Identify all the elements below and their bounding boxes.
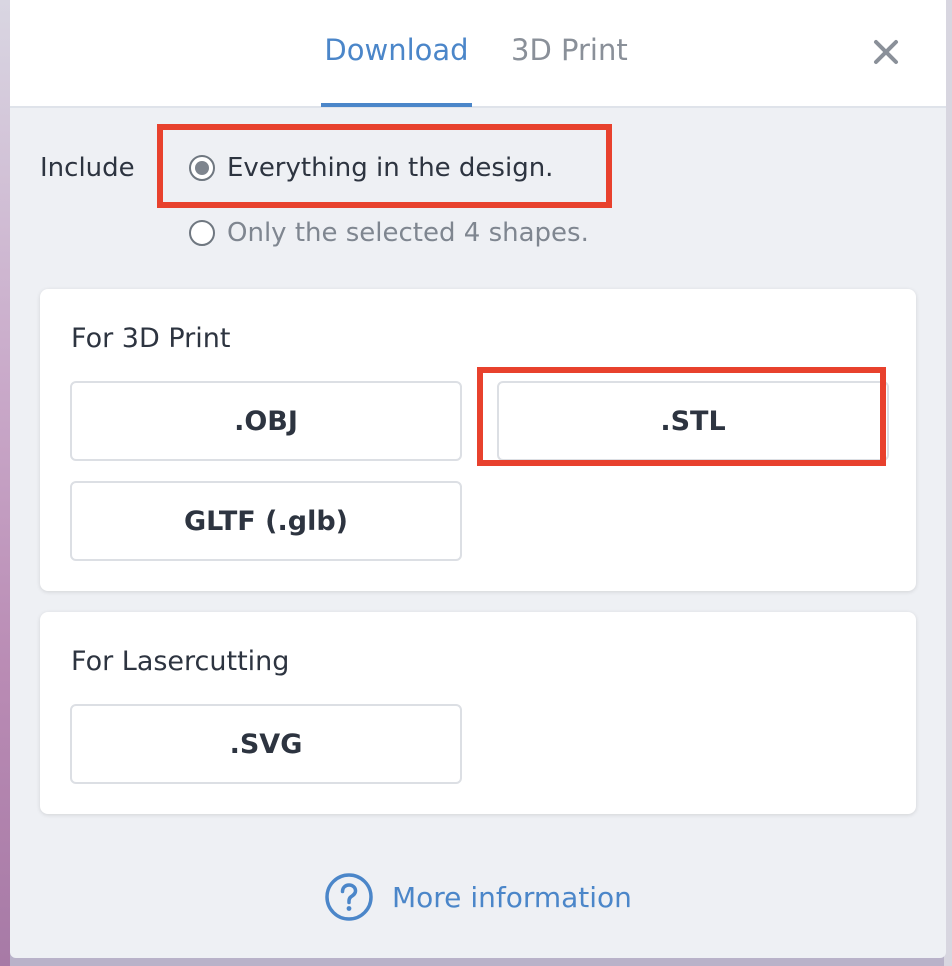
svg-button[interactable]: .SVG — [70, 704, 462, 784]
tab-bar: Download 3D Print — [10, 0, 946, 108]
radio-unchecked-icon[interactable] — [189, 220, 215, 246]
active-tab-indicator — [321, 103, 472, 107]
tab-download[interactable]: Download — [321, 28, 472, 72]
gltf-button[interactable]: GLTF (.glb) — [70, 481, 462, 561]
background-canvas-left — [0, 0, 10, 966]
highlight-box-everything — [157, 124, 612, 208]
more-information-label: More information — [392, 880, 632, 914]
laser-section-card: For Lasercutting .SVG — [40, 612, 916, 814]
more-information-link[interactable]: More information — [324, 872, 632, 922]
highlight-box-stl — [477, 367, 886, 466]
print-section-title: For 3D Print — [71, 323, 231, 354]
close-icon[interactable] — [870, 36, 902, 68]
help-circle-icon — [325, 873, 373, 921]
include-label: Include — [40, 153, 135, 183]
radio-selected-shapes[interactable]: Only the selected 4 shapes. — [189, 215, 589, 251]
obj-button[interactable]: .OBJ — [70, 381, 462, 461]
laser-section-title: For Lasercutting — [71, 646, 290, 677]
tab-3d-print[interactable]: 3D Print — [511, 28, 628, 72]
radio-selected-shapes-label: Only the selected 4 shapes. — [227, 218, 589, 248]
